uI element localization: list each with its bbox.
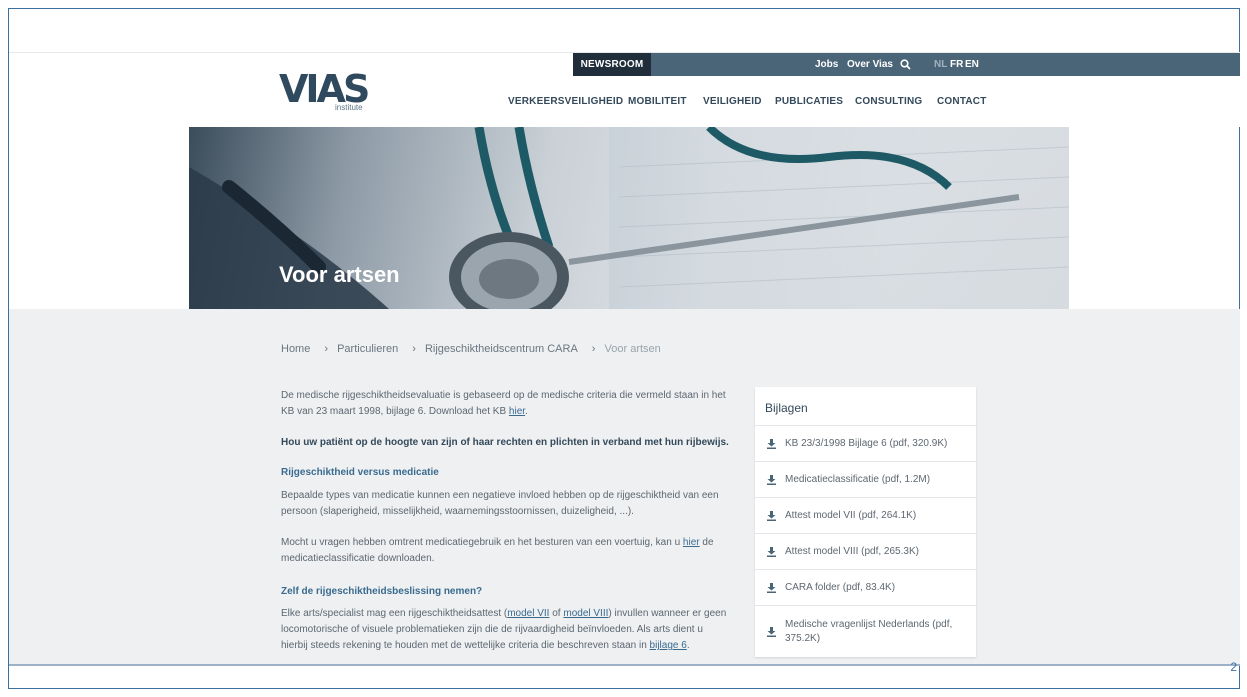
bijlage-6-link[interactable]: bijlage 6: [650, 640, 687, 651]
attachment-label: Medicatieclassificatie (pdf, 1.2M): [785, 474, 931, 485]
beslissing-or: of: [549, 608, 564, 619]
page-title: Voor artsen: [279, 262, 400, 287]
section-heading-beslissing: Zelf de rijgeschiktheidsbeslissing nemen…: [281, 586, 483, 597]
model-vii-link[interactable]: model VII: [507, 608, 549, 619]
intro-text-end: .: [525, 406, 528, 417]
attachment-item[interactable]: Attest model VII (pdf, 264.1K): [755, 497, 976, 534]
medicatie-download-link[interactable]: hier: [683, 537, 700, 548]
breadcrumb-particulieren[interactable]: Particulieren: [337, 343, 398, 355]
attachments-panel: Bijlagen KB 23/3/1998 Bijlage 6 (pdf, 32…: [755, 387, 976, 657]
attachment-item[interactable]: CARA folder (pdf, 83.4K): [755, 569, 976, 606]
attachment-item[interactable]: KB 23/3/1998 Bijlage 6 (pdf, 320.9K): [755, 425, 976, 462]
lang-fr[interactable]: FR: [950, 53, 963, 76]
site-header: NEWSROOM Jobs Over Vias NL FR EN VIAS in…: [9, 53, 1240, 127]
download-icon: [767, 439, 776, 449]
beslissing-text: Elke arts/specialist mag een rijgeschikt…: [281, 608, 508, 619]
download-icon: [767, 583, 776, 593]
nav-mobiliteit[interactable]: MOBILITEIT: [628, 96, 687, 107]
nav-veiligheid[interactable]: VEILIGHEID: [703, 96, 762, 107]
breadcrumb-home[interactable]: Home: [281, 343, 310, 355]
attachment-item[interactable]: Attest model VIII (pdf, 265.3K): [755, 533, 976, 570]
download-text: Mocht u vragen hebben omtrent medicatieg…: [281, 537, 683, 548]
attachment-label: KB 23/3/1998 Bijlage 6 (pdf, 320.9K): [785, 438, 948, 449]
nav-consulting[interactable]: CONSULTING: [855, 96, 922, 107]
attachment-item[interactable]: Medicatieclassificatie (pdf, 1.2M): [755, 461, 976, 498]
nav-publicaties[interactable]: PUBLICATIES: [775, 96, 843, 107]
medicatie-paragraph: Bepaalde types van medicatie kunnen een …: [281, 490, 719, 517]
intro-text: De medische rijgeschiktheidsevaluatie is…: [281, 390, 726, 417]
lang-nl[interactable]: NL: [934, 53, 947, 76]
lang-en[interactable]: EN: [965, 53, 979, 76]
attachment-label: Attest model VIII (pdf, 265.3K): [785, 546, 919, 557]
hero-banner: Voor artsen: [189, 127, 1069, 309]
attachment-item[interactable]: Medische vragenlijst Nederlands (pdf, 37…: [755, 605, 976, 658]
jobs-link[interactable]: Jobs: [815, 53, 838, 76]
bottom-divider: [9, 664, 1240, 666]
logo-subtitle: institute: [335, 103, 363, 112]
download-icon: [767, 475, 776, 485]
attachment-label: Medische vragenlijst Nederlands (pdf, 37…: [785, 619, 953, 644]
section-heading-medicatie: Rijgeschiktheid versus medicatie: [281, 467, 439, 478]
chevron-right-icon: ›: [324, 343, 329, 355]
over-vias-link[interactable]: Over Vias: [847, 53, 893, 76]
attachment-label: CARA folder (pdf, 83.4K): [785, 582, 896, 593]
attachments-title: Bijlagen: [765, 401, 808, 415]
chevron-right-icon: ›: [412, 343, 416, 355]
vias-logo[interactable]: VIAS institute: [279, 67, 399, 113]
nav-verkeersveiligheid[interactable]: VERKEERSVEILIGHEID: [508, 96, 623, 107]
download-icon: [767, 627, 776, 637]
beslissing-text-end: .: [686, 640, 690, 651]
beslissing-paragraph: Elke arts/specialist mag een rijgeschikt…: [281, 606, 731, 654]
model-viii-link[interactable]: model VIII: [563, 608, 608, 619]
attachment-label: Attest model VII (pdf, 264.1K): [785, 510, 917, 521]
newsroom-button[interactable]: NEWSROOM: [573, 53, 651, 76]
download-icon: [767, 511, 776, 521]
bold-statement: Hou uw patiënt op de hoogte van zijn of …: [281, 437, 729, 448]
intro-paragraph: De medische rijgeschiktheidsevaluatie is…: [281, 388, 731, 420]
search-icon[interactable]: [900, 59, 911, 70]
breadcrumb-cara[interactable]: Rijgeschiktheidscentrum CARA: [425, 343, 578, 355]
download-paragraph: Mocht u vragen hebben omtrent medicatieg…: [281, 535, 731, 567]
breadcrumb: Home › Particulieren › Rijgeschiktheidscen…: [281, 343, 667, 355]
chevron-right-icon: ›: [591, 343, 596, 355]
kb-download-link[interactable]: hier: [509, 406, 525, 417]
breadcrumb-current: Voor artsen: [604, 343, 661, 355]
download-icon: [767, 547, 776, 557]
page-number: 2: [1230, 660, 1237, 674]
nav-contact[interactable]: CONTACT: [937, 96, 987, 107]
